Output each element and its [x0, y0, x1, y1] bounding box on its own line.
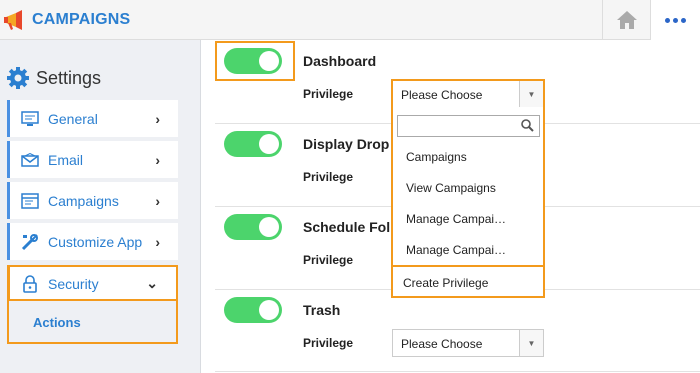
dropdown-option[interactable]: Campaigns [406, 150, 467, 164]
chevron-right-icon: › [155, 110, 160, 127]
lock-icon [20, 274, 40, 294]
row-title: Display Drop [303, 136, 390, 152]
privilege-label: Privilege [303, 336, 354, 350]
sidebar-item-campaigns[interactable]: Campaigns › [7, 182, 178, 219]
divider [215, 371, 700, 372]
chevron-down-icon: ⌄ [146, 275, 158, 291]
row-title: Dashboard [303, 53, 377, 69]
caret-down-icon: ▼ [519, 330, 543, 356]
gear-icon [7, 67, 29, 89]
settings-sidebar: Settings General › Email › Campaigns › C… [0, 40, 201, 373]
sidebar-item-email[interactable]: Email › [7, 141, 178, 178]
search-icon [521, 119, 534, 137]
sidebar-item-customize-app[interactable]: Customize App › [7, 223, 178, 260]
dropdown-option[interactable]: View Campaigns [406, 181, 496, 195]
app-title: CAMPAIGNS [32, 11, 131, 28]
create-privilege-option[interactable]: Create Privilege [391, 265, 545, 298]
chevron-right-icon: › [155, 192, 160, 209]
privilege-select-dashboard[interactable]: Please Choose ▼ [391, 79, 545, 109]
privilege-label: Privilege [303, 87, 354, 101]
toggle-schedule-fol[interactable] [224, 214, 282, 240]
privilege-select-trash[interactable]: Please Choose ▼ [392, 329, 544, 357]
toggle-trash[interactable] [224, 297, 282, 323]
envelope-icon [20, 150, 40, 170]
sidebar-subitem-actions[interactable]: Actions [7, 299, 178, 344]
home-button[interactable] [602, 0, 650, 40]
row-title: Schedule Fol [303, 219, 391, 235]
dropdown-option[interactable]: Manage Campai… [406, 243, 506, 257]
monitor-icon [20, 109, 40, 129]
browser-window-icon [20, 191, 40, 211]
settings-heading: Settings [6, 66, 101, 90]
toggle-dashboard[interactable] [224, 48, 282, 74]
ellipsis-icon [665, 17, 686, 23]
app-header: CAMPAIGNS [0, 0, 700, 40]
privilege-label: Privilege [303, 253, 354, 267]
chevron-right-icon: › [155, 151, 160, 168]
tools-icon [20, 232, 40, 252]
sidebar-item-security[interactable]: Security ⌄ [7, 265, 178, 302]
caret-down-icon: ▼ [519, 81, 543, 107]
row-title: Trash [303, 302, 341, 318]
megaphone-icon [2, 7, 28, 33]
privilege-label: Privilege [303, 170, 354, 184]
dropdown-option[interactable]: Manage Campai… [406, 212, 506, 226]
chevron-right-icon: › [155, 233, 160, 250]
toggle-display-drop[interactable] [224, 131, 282, 157]
home-icon [616, 11, 637, 29]
more-options-button[interactable] [650, 0, 700, 40]
dropdown-search-input[interactable] [397, 115, 540, 137]
sidebar-item-general[interactable]: General › [7, 100, 178, 137]
